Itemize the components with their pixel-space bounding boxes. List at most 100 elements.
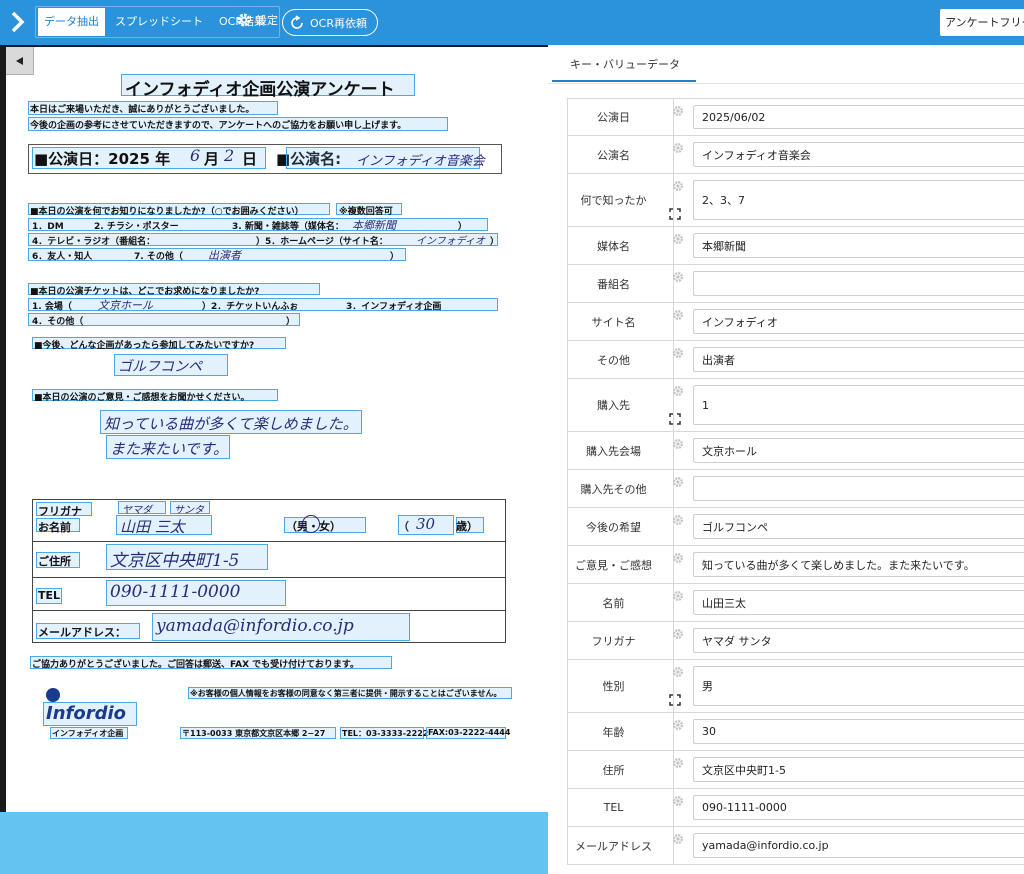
company-fax: FAX:03-2222-4444 [428,728,511,737]
q1-media-name: 本郷新聞 [352,219,396,232]
gear-icon [237,13,251,27]
chevron-right-icon[interactable] [8,10,28,34]
gear-icon[interactable] [672,347,684,359]
gender-circle-mark [302,515,320,533]
kv-key-label: 名前 [568,584,674,621]
kv-key-label: 媒体名 [568,227,674,264]
kv-value-field[interactable]: ゴルフコンペ [693,514,1024,539]
collapse-panel-button[interactable] [6,47,34,75]
kv-value-field[interactable]: 本郷新聞 [693,233,1024,258]
q1-option-flyer: 2. チラシ・ポスター [94,222,179,232]
furigana-given: サンタ [174,505,204,516]
kv-value-field[interactable]: 090-1111-0000 [693,795,1024,820]
kv-key-label: 公演名 [568,136,674,173]
kv-value-field[interactable]: 1 [693,385,1024,425]
kv-row: TEL 090-1111-0000 [567,789,1024,827]
gear-icon[interactable] [672,628,684,640]
gear-icon[interactable] [672,233,684,245]
kv-key-label: 住所 [568,751,674,788]
gear-icon[interactable] [672,757,684,769]
kv-value-field[interactable]: 文京ホール [693,438,1024,463]
furigana-label: フリガナ [38,505,82,518]
q1-option-newspaper: 3. 新聞・雑誌等（媒体名： [232,222,344,232]
gear-icon[interactable] [672,719,684,731]
intro-line-2: 今後の企画の参考にさせていただきますので、アンケートへのご協力をお願い申し上げま… [30,121,407,131]
kv-row: 性別男 [567,660,1024,713]
gear-icon[interactable] [672,795,684,807]
kv-row: メールアドレス yamada@infordio.co.jp [567,827,1024,865]
gear-icon[interactable] [672,271,684,283]
gear-icon[interactable] [672,142,684,154]
kv-value-field[interactable]: 男 [693,666,1024,706]
kv-key-label: フリガナ [568,622,674,659]
kv-key-label: 性別 [568,660,674,712]
kv-value-field[interactable]: 2025/06/02 [693,105,1024,129]
q2-paren-close: ） [286,317,296,327]
kv-row: 公演日 2025/06/02 [567,98,1024,136]
kv-row: サイト名 インフォディオ [567,303,1024,341]
company-name: インフォディオ企画 [52,729,124,738]
logo-dot [46,688,60,702]
kv-key-label: メールアドレス [568,827,674,864]
tab-key-value-data[interactable]: キー・バリューデータ [552,48,696,82]
kv-value-field[interactable]: ヤマダ サンタ [693,628,1024,653]
expand-icon[interactable] [668,207,682,221]
kv-value-field[interactable]: 知っている曲が多くて楽しめました。また来たいです。 [693,552,1024,577]
gear-icon[interactable] [672,438,684,450]
kv-value-field[interactable]: 30 [693,719,1024,744]
q2-option-company: 3．インフォディオ企画 [346,302,442,312]
ocr-retry-label: OCR再依頼 [310,16,367,30]
address-label: ご住所 [38,555,71,568]
kv-value-field[interactable] [693,271,1024,296]
kv-value-field[interactable] [693,476,1024,501]
name-label: お名前 [38,521,71,534]
kv-row: 媒体名 本郷新聞 [567,227,1024,265]
form-title: インフォディオ企画公演アンケート [125,80,395,100]
kv-row: 購入先その他 [567,470,1024,508]
kv-value-field[interactable]: インフォディオ [693,309,1024,334]
company-logo: Infordio [46,703,127,724]
q1-option-tv: 4．テレビ・ラジオ（番組名： [32,237,156,247]
address-value: 文京区中央町1-5 [110,551,240,571]
expand-icon[interactable] [668,412,682,426]
person-name: 山田 三太 [120,518,185,536]
tel-value: 090-1111-0000 [110,582,241,602]
q2-option-ticket: ）2．チケットいんふぉ [202,302,299,312]
tab-spreadsheet[interactable]: スプレッドシート [109,8,209,36]
tab-data-extraction[interactable]: データ抽出 [38,8,105,36]
kv-key-label: 何で知ったか [568,174,674,226]
gear-icon[interactable] [672,590,684,602]
intro-line-1: 本日はご来場いただき、誠にありがとうございました。 [30,105,255,115]
gear-icon[interactable] [672,476,684,488]
kv-row: 番組名 [567,265,1024,303]
gear-icon[interactable] [672,514,684,526]
date-label: ■公演日：2025 年 [34,150,171,168]
triangle-left-icon [15,56,23,65]
ocr-retry-button[interactable]: OCR再依頼 [282,9,378,36]
gear-icon[interactable] [672,552,684,564]
gear-icon[interactable] [672,833,684,845]
q1-option-other: 7. その他（ [134,252,183,262]
gear-icon[interactable] [672,666,684,678]
expand-icon[interactable] [668,693,682,707]
kv-row: ご意見・ご感想 知っている曲が多くて楽しめました。また来たいです。 [567,546,1024,584]
gear-icon[interactable] [672,385,684,397]
gear-icon[interactable] [672,105,684,117]
kv-row: 公演名 インフォディオ音楽会 [567,136,1024,174]
gear-icon[interactable] [672,309,684,321]
q1-paren-close-1: ） [458,222,468,232]
q2-option-venue: 1. 会場（ [32,302,72,312]
kv-key-label: 購入先その他 [568,470,674,507]
gear-icon[interactable] [672,180,684,192]
kv-value-field[interactable]: 出演者 [693,347,1024,372]
kv-value-field[interactable]: yamada@infordio.co.jp [693,833,1024,858]
kv-value-field[interactable]: インフォディオ音楽会 [693,142,1024,167]
kv-value-field[interactable]: 山田三太 [693,590,1024,615]
kv-value-field[interactable]: 文京区中央町1-5 [693,757,1024,782]
settings-label: 設定 [256,14,278,27]
template-select[interactable]: アンケートフリー版 [940,9,1024,36]
settings-button[interactable]: 設定 [236,12,278,28]
kv-row: 名前 山田三太 [567,584,1024,622]
kv-value-field[interactable]: 2、3、7 [693,180,1024,220]
table-divider-1 [32,541,506,542]
